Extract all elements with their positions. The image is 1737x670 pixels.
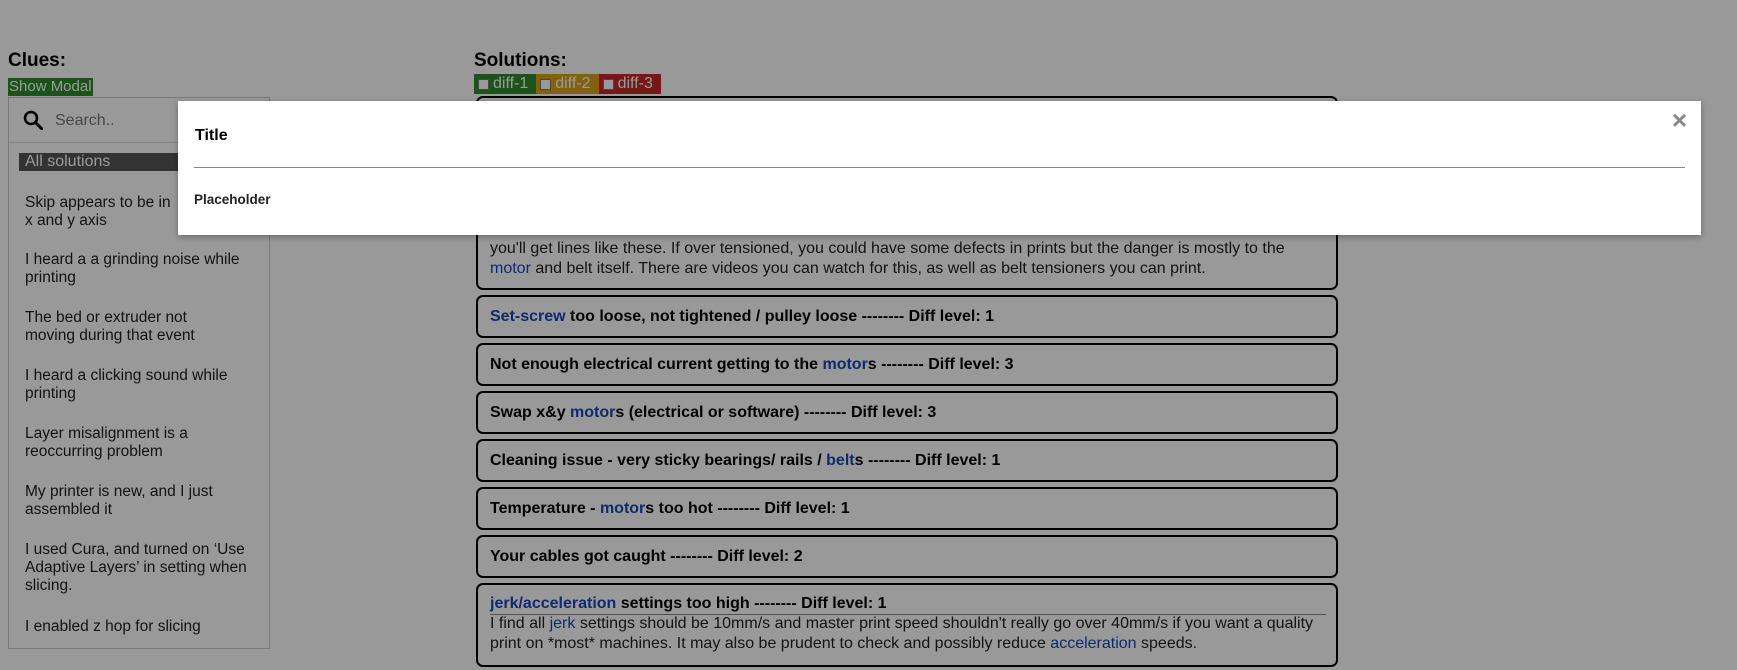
modal-dialog: × Title Placeholder — [178, 101, 1701, 235]
close-icon[interactable]: × — [1672, 107, 1687, 133]
modal-body: Placeholder — [194, 192, 271, 207]
modal-title: Title — [195, 127, 228, 144]
modal-divider — [194, 167, 1685, 168]
